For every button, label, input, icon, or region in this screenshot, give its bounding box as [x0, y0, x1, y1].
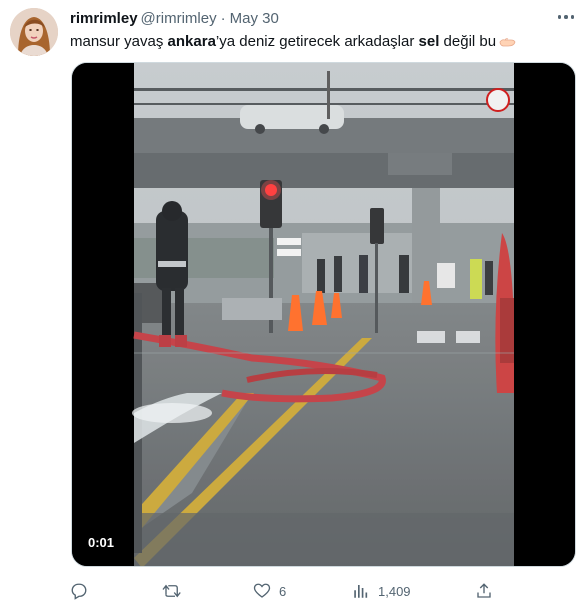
video-frame [72, 63, 575, 566]
tweet-text-part: değil bu [439, 33, 497, 50]
tweet-text-bold: sel [418, 33, 440, 50]
display-name[interactable]: rimrimley [70, 10, 138, 27]
tweet-card[interactable]: rimrimley @rimrimley · May 30 mansur yavaş … [0, 0, 587, 614]
tweet-text-part: ’ya deniz getirecek arkadaşlar [215, 33, 419, 50]
analytics-icon [354, 585, 368, 598]
tweet-date[interactable]: May 30 [230, 10, 279, 27]
retweet-icon [162, 584, 181, 598]
share-button[interactable] [475, 580, 493, 602]
share-icon [477, 583, 491, 598]
tweet-text-part: mansur yavaş [70, 33, 168, 50]
tweet-header: rimrimley @rimrimley · May 30 [70, 10, 279, 28]
like-count: 6 [279, 583, 287, 599]
like-button[interactable]: 6 [253, 580, 286, 602]
views-button[interactable]: 1,409 [352, 580, 411, 602]
video-timestamp: 0:01 [82, 533, 121, 553]
avatar[interactable] [10, 8, 58, 56]
separator-dot: · [220, 10, 226, 27]
heart-icon [253, 583, 271, 598]
tweet-text: mansur yavaş ankara’ya deniz getirecek a… [70, 32, 516, 53]
views-count: 1,409 [378, 583, 411, 599]
user-handle[interactable]: @rimrimley [141, 10, 217, 27]
palm-up-hand-icon [499, 33, 516, 53]
tweet-text-bold: ankara [167, 33, 216, 50]
retweet-button[interactable] [162, 580, 190, 602]
more-options-icon[interactable] [553, 6, 579, 28]
tweet-actions: 6 1,409 [70, 580, 500, 602]
reply-icon [71, 583, 87, 600]
video-player[interactable]: 0:01 [71, 62, 576, 567]
reply-button[interactable] [70, 580, 96, 602]
